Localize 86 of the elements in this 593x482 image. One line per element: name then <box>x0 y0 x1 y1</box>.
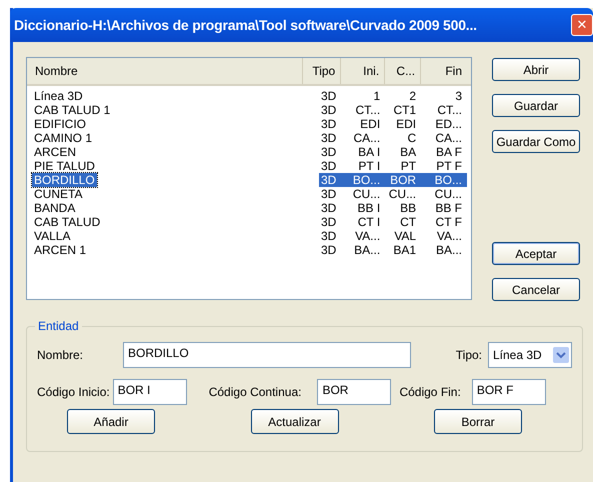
field-label: Código Inicio: <box>37 385 110 399</box>
table-cell[interactable]: 3 <box>421 89 467 103</box>
table-cell[interactable]: 3D <box>318 89 342 103</box>
dialog-button[interactable]: Añadir <box>67 409 155 434</box>
table-cell[interactable]: CT F <box>421 215 467 229</box>
column-header[interactable]: C... <box>385 58 422 84</box>
table-cell[interactable]: PIE TALUD <box>32 159 97 173</box>
field-label: Tipo: <box>456 348 482 362</box>
table-cell[interactable]: 3D <box>318 173 342 187</box>
table-cell[interactable]: ED... <box>421 117 467 131</box>
dialog-button[interactable]: Borrar <box>434 409 522 434</box>
table-cell[interactable]: VA... <box>421 229 467 243</box>
table-cell[interactable]: Línea 3D <box>32 89 85 103</box>
continue-code-field[interactable]: BOR <box>317 379 392 405</box>
table-cell[interactable]: BA <box>385 145 422 159</box>
table-cell[interactable]: 3D <box>318 201 342 215</box>
group-title: Entidad <box>35 319 82 333</box>
end-code-field[interactable]: BOR F <box>472 379 546 405</box>
table-cell[interactable]: 3D <box>318 243 342 257</box>
table-cell[interactable]: 3D <box>318 145 342 159</box>
table-cell[interactable]: CT I <box>341 215 386 229</box>
table-cell[interactable]: CA... <box>341 131 386 145</box>
table-cell[interactable]: BOR <box>385 173 422 187</box>
dialog-button[interactable]: Cancelar <box>492 278 580 301</box>
table-cell[interactable]: BORDILLO <box>32 173 97 187</box>
table-cell[interactable]: VALLA <box>32 229 72 243</box>
table-cell[interactable]: BA1 <box>385 243 422 257</box>
table-cell[interactable]: CT1 <box>385 103 422 117</box>
start-code-field[interactable]: BOR I <box>112 379 187 405</box>
table-cell[interactable]: EDIFICIO <box>32 117 88 131</box>
table-cell[interactable]: BB F <box>421 201 467 215</box>
table-cell[interactable]: 3D <box>318 103 342 117</box>
table-cell[interactable]: EDI <box>385 117 422 131</box>
table-cell[interactable]: CT... <box>421 103 467 117</box>
table-cell[interactable]: 3D <box>318 187 342 201</box>
table-cell[interactable]: PT <box>385 159 422 173</box>
table-cell[interactable]: ARCEN 1 <box>32 243 88 257</box>
table-cell[interactable]: CUNETA <box>32 187 84 201</box>
table-cell[interactable]: CAB TALUD <box>32 215 102 229</box>
table-cell[interactable]: BB I <box>341 201 386 215</box>
table-cell[interactable]: BO... <box>341 173 386 187</box>
table-cell[interactable]: CT... <box>341 103 386 117</box>
table-cell[interactable]: 3D <box>318 117 342 131</box>
table-cell[interactable]: CU... <box>385 187 422 201</box>
table-cell[interactable]: 3D <box>318 131 342 145</box>
table-cell[interactable]: CU... <box>421 187 467 201</box>
column-header[interactable]: Ini. <box>341 58 386 84</box>
field-label: Nombre: <box>37 348 84 362</box>
dialog-button[interactable]: Guardar Como <box>492 130 580 153</box>
table-cell[interactable]: VAL <box>385 229 422 243</box>
table-cell[interactable]: 1 <box>341 89 386 103</box>
table-cell[interactable]: CA... <box>421 131 467 145</box>
close-button[interactable]: ✕ <box>571 14 593 36</box>
column-header[interactable]: Fin <box>421 58 467 84</box>
type-dropdown[interactable]: Línea 3D <box>488 342 572 368</box>
column-header[interactable]: Nombre <box>27 58 304 84</box>
table-cell[interactable]: BA... <box>421 243 467 257</box>
dialog-button[interactable]: Aceptar <box>492 242 580 265</box>
dialog-button[interactable]: Abrir <box>492 58 580 81</box>
table-cell[interactable]: CU... <box>341 187 386 201</box>
dialog-button[interactable]: Guardar <box>492 94 580 117</box>
field-label: Código Continua: <box>208 385 302 399</box>
field-label: Código Fin: <box>399 385 461 399</box>
table-cell[interactable]: EDI <box>341 117 386 131</box>
window-title: Diccionario-H:\Archivos de programa\Tool software\Curvado 2009 500... <box>14 17 477 33</box>
table-cell[interactable]: ARCEN <box>32 145 78 159</box>
table-cell[interactable]: BO... <box>421 173 467 187</box>
table-cell[interactable]: 3D <box>318 215 342 229</box>
name-field[interactable]: BORDILLO <box>123 342 411 368</box>
table-cell[interactable]: BANDA <box>32 201 78 215</box>
table-cell[interactable]: BA F <box>421 145 467 159</box>
table-cell[interactable]: PT F <box>421 159 467 173</box>
table-cell[interactable]: 2 <box>385 89 422 103</box>
table-cell[interactable]: BA I <box>341 145 386 159</box>
table-cell[interactable]: BA... <box>341 243 386 257</box>
table-cell[interactable]: 3D <box>318 159 342 173</box>
table-cell[interactable]: CAMINO 1 <box>32 131 94 145</box>
table-cell[interactable]: CT <box>385 215 422 229</box>
table-cell[interactable]: VA... <box>341 229 386 243</box>
table-cell[interactable]: BB <box>385 201 422 215</box>
table-cell[interactable]: PT I <box>341 159 386 173</box>
table-cell[interactable]: C <box>385 131 422 145</box>
table-cell[interactable]: CAB TALUD 1 <box>32 103 112 117</box>
table-cell[interactable]: 3D <box>318 229 342 243</box>
column-header[interactable]: Tipo <box>303 58 342 84</box>
dialog-button[interactable]: Actualizar <box>250 409 338 434</box>
